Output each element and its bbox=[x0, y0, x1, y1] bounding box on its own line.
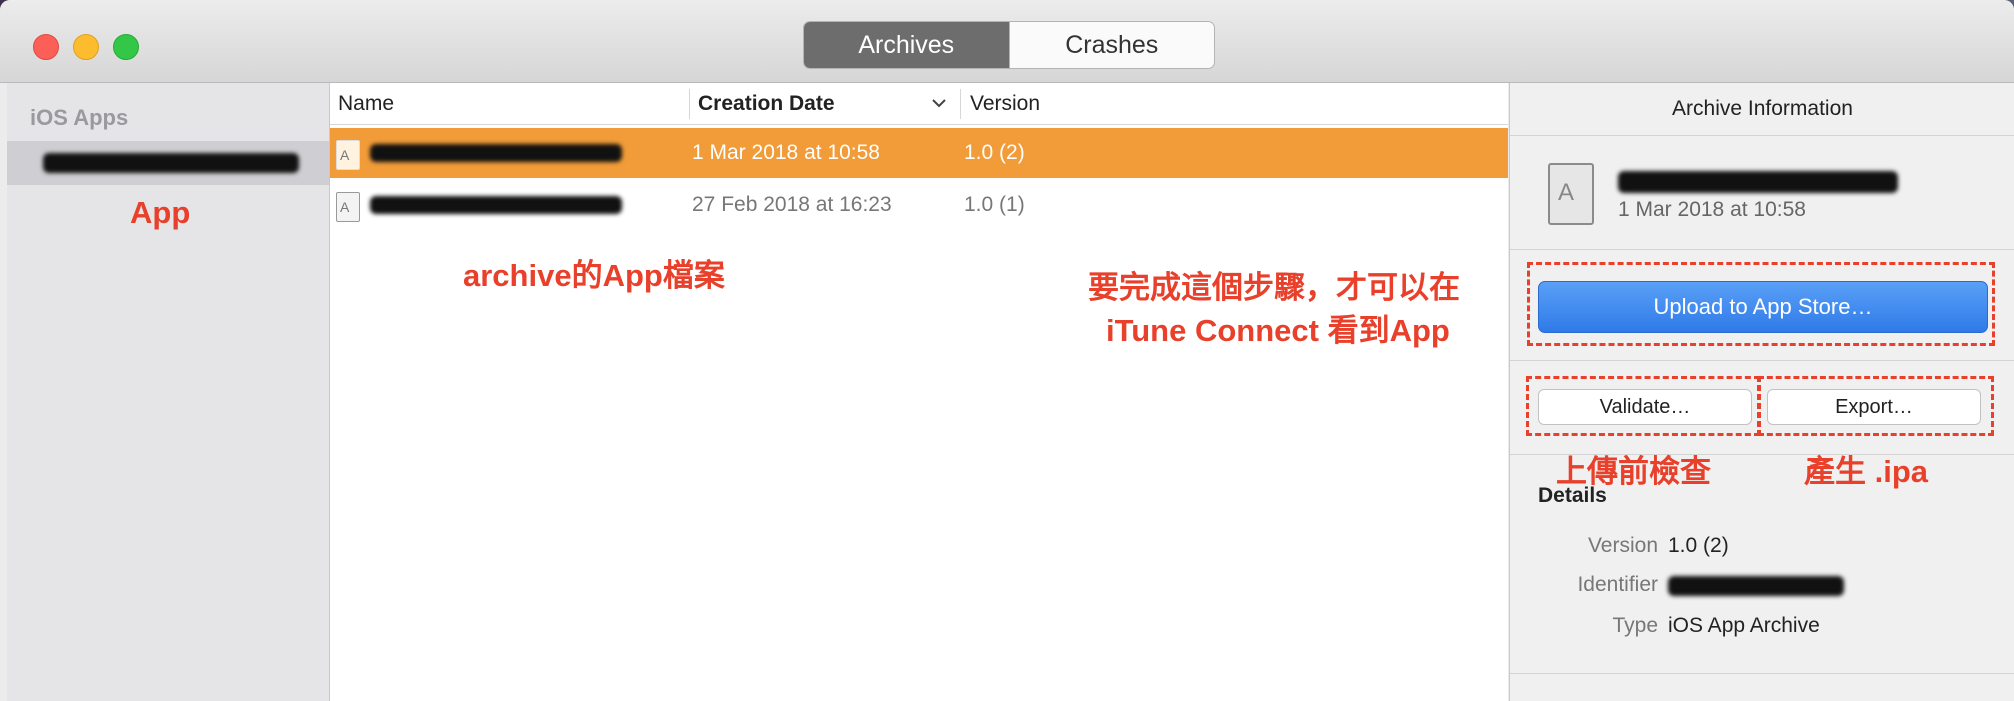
detail-version-label: Version bbox=[1587, 534, 1658, 557]
detail-version-value: 1.0 (2) bbox=[1668, 534, 1729, 557]
highlight-upload-button bbox=[1527, 262, 1995, 346]
sort-chevron-down-icon[interactable] bbox=[931, 98, 947, 110]
organizer-window: Archives Crashes iOS Apps Name Creation … bbox=[0, 0, 2014, 701]
table-row[interactable]: A 1 Mar 2018 at 10:58 1.0 (2) bbox=[330, 128, 1508, 178]
redacted-archive-name bbox=[370, 144, 622, 162]
archive-file-icon: A bbox=[336, 140, 360, 170]
tab-crashes[interactable]: Crashes bbox=[1008, 22, 1215, 68]
redacted-identifier-value bbox=[1668, 576, 1844, 596]
column-header-version[interactable]: Version bbox=[970, 92, 1040, 116]
detail-type-value: iOS App Archive bbox=[1668, 614, 1820, 637]
divider bbox=[1510, 249, 2014, 250]
annotation-validate-note: 上傳前檢查 bbox=[1556, 454, 1711, 489]
annotation-export-note: 產生 .ipa bbox=[1804, 454, 1929, 489]
divider bbox=[1510, 360, 2014, 361]
annotation-upload-note-line2: iTune Connect 看到App bbox=[1106, 313, 1450, 348]
redacted-app-name bbox=[43, 153, 299, 173]
divider bbox=[1510, 673, 2014, 674]
detail-type-label: Type bbox=[1612, 614, 1658, 637]
archives-list: Name Creation Date Version A 1 Mar 2018 … bbox=[330, 83, 1508, 701]
redacted-archive-name bbox=[370, 196, 622, 214]
row-creation-date: 1 Mar 2018 at 10:58 bbox=[692, 141, 880, 164]
archive-file-icon: A bbox=[336, 192, 360, 222]
annotation-archive-file: archive的App檔案 bbox=[463, 258, 725, 293]
title-bar: Archives Crashes bbox=[0, 0, 2014, 83]
redacted-archive-name bbox=[1618, 171, 1898, 193]
row-version: 1.0 (2) bbox=[964, 141, 1025, 164]
tab-archives[interactable]: Archives bbox=[804, 22, 1009, 68]
sidebar: iOS Apps bbox=[7, 83, 330, 701]
minimize-window-button[interactable] bbox=[73, 34, 99, 60]
list-header: Name Creation Date Version bbox=[330, 83, 1508, 125]
archives-crashes-segmented-control: Archives Crashes bbox=[803, 21, 1215, 69]
highlight-validate-button bbox=[1526, 376, 1760, 436]
row-version: 1.0 (1) bbox=[964, 193, 1025, 216]
column-header-creation-date[interactable]: Creation Date bbox=[698, 92, 835, 116]
highlight-export-button bbox=[1758, 376, 1994, 436]
archive-date: 1 Mar 2018 at 10:58 bbox=[1618, 198, 1806, 221]
divider bbox=[1510, 135, 2014, 136]
sidebar-header-ios-apps: iOS Apps bbox=[30, 105, 129, 130]
table-row[interactable]: A 27 Feb 2018 at 16:23 1.0 (1) bbox=[330, 180, 1508, 230]
annotation-upload-note-line1: 要完成這個步驟，才可以在 bbox=[1088, 270, 1460, 305]
inspector-title: Archive Information bbox=[1672, 97, 1853, 120]
sidebar-item-app[interactable] bbox=[7, 141, 329, 185]
column-header-name[interactable]: Name bbox=[338, 92, 394, 116]
row-creation-date: 27 Feb 2018 at 16:23 bbox=[692, 193, 892, 216]
zoom-window-button[interactable] bbox=[113, 34, 139, 60]
annotation-app: App bbox=[130, 195, 191, 230]
column-separator[interactable] bbox=[689, 89, 690, 119]
archive-icon: A bbox=[1548, 163, 1594, 225]
detail-identifier-label: Identifier bbox=[1577, 573, 1658, 596]
column-separator[interactable] bbox=[960, 89, 961, 119]
close-window-button[interactable] bbox=[33, 34, 59, 60]
